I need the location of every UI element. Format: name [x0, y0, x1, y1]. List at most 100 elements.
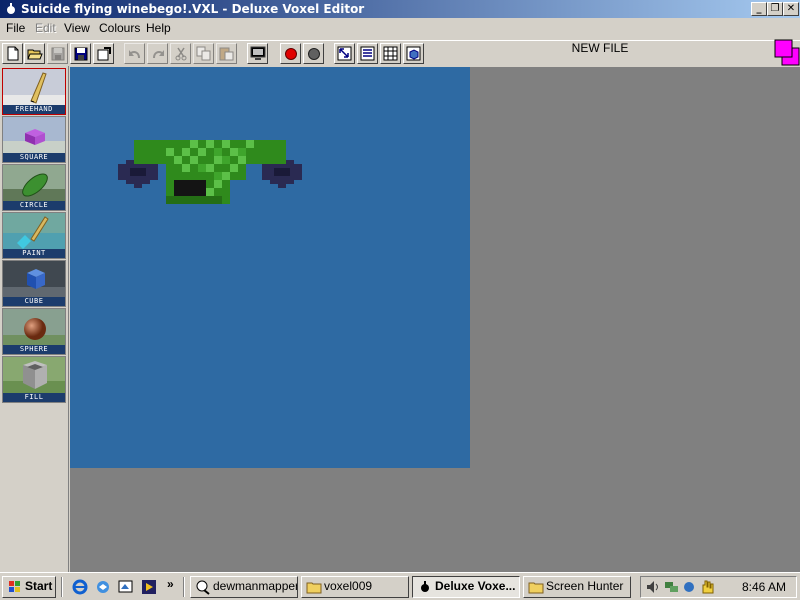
open-file-button[interactable]: [24, 43, 45, 64]
properties-icon: [97, 46, 111, 60]
app-icon[interactable]: [3, 1, 19, 17]
copy-button[interactable]: [193, 43, 214, 64]
square-icon: [3, 117, 65, 155]
redo-button[interactable]: [147, 43, 168, 64]
volume-icon[interactable]: [645, 579, 661, 595]
media-player-icon[interactable]: [140, 578, 158, 596]
close-button[interactable]: ✕: [783, 2, 799, 16]
save-button[interactable]: [47, 43, 68, 64]
voxel-model: [118, 140, 302, 204]
network-icon[interactable]: [663, 579, 679, 595]
tool-square[interactable]: SQUARE: [2, 116, 66, 163]
open-folder-icon: [26, 49, 43, 59]
outlook-express-icon[interactable]: [94, 578, 112, 596]
task-button-dewmanmapper[interactable]: dewmanmapper...: [190, 576, 298, 598]
task-button-voxel009[interactable]: voxel009: [301, 576, 409, 598]
folder-icon: [306, 582, 322, 594]
clipboard-icon: [219, 47, 234, 61]
tool-label: PAINT: [3, 249, 65, 258]
monitor-icon: [250, 46, 265, 60]
tool-label: FILL: [3, 393, 65, 402]
title-bar[interactable]: Suicide flying winebego!.VXL - Deluxe Vo…: [0, 0, 800, 18]
file-status-label: NEW FILE: [571, 41, 629, 55]
3d-view-button[interactable]: [403, 43, 424, 64]
resize-icon: [337, 46, 352, 61]
tool-panel: FREEHAND SQUARE CIRCLE PAINT CUBE SPHERE…: [0, 66, 69, 572]
task-button-screen-hunter[interactable]: Screen Hunter: [523, 576, 631, 598]
tool-label: CIRCLE: [3, 201, 65, 210]
grid-button[interactable]: [380, 43, 401, 64]
task-label: Deluxe Voxe...: [435, 579, 516, 593]
fill-bucket-icon: [3, 357, 65, 395]
cube-view-icon: [406, 46, 421, 61]
tool-label: CUBE: [3, 297, 65, 306]
active-colour-swatch[interactable]: [773, 38, 800, 66]
menu-help[interactable]: Help: [146, 21, 171, 35]
tool-cube[interactable]: CUBE: [2, 260, 66, 307]
tray-app-icon[interactable]: [681, 579, 697, 595]
tool-label: SQUARE: [3, 153, 65, 162]
menu-view[interactable]: View: [64, 21, 90, 35]
application-window: Suicide flying winebego!.VXL - Deluxe Vo…: [0, 0, 800, 572]
menu-file[interactable]: File: [6, 21, 25, 35]
hand-icon[interactable]: [699, 579, 715, 595]
tool-label: SPHERE: [3, 345, 65, 354]
floppy-disk-icon: [74, 47, 87, 60]
tool-paint[interactable]: PAINT: [2, 212, 66, 259]
save-as-button[interactable]: [70, 43, 91, 64]
taskbar-separator: [183, 577, 185, 597]
folder-icon: [528, 582, 544, 594]
menu-colours[interactable]: Colours: [99, 21, 140, 35]
cut-button[interactable]: [170, 43, 191, 64]
tool-label: FREEHAND: [3, 105, 65, 114]
view-zoom-button[interactable]: [334, 43, 355, 64]
undo-button[interactable]: [124, 43, 145, 64]
menu-edit[interactable]: Edit: [35, 21, 56, 35]
sphere-mode-button[interactable]: [303, 43, 324, 64]
properties-button[interactable]: [93, 43, 114, 64]
paste-button[interactable]: [216, 43, 237, 64]
new-file-icon: [7, 46, 18, 61]
task-label: voxel009: [324, 579, 373, 593]
toolbar: NEW FILE: [0, 40, 800, 66]
start-button[interactable]: Start: [2, 576, 56, 598]
task-label: dewmanmapper...: [213, 579, 297, 593]
workspace-area: [70, 67, 800, 572]
layers-icon: [360, 46, 375, 61]
preview-button[interactable]: [247, 43, 268, 64]
windows-logo-icon: [9, 581, 20, 592]
taskbar-separator: [61, 577, 63, 597]
tool-freehand[interactable]: FREEHAND: [2, 68, 66, 115]
floppy-disk-icon: [51, 47, 64, 60]
show-desktop-icon[interactable]: [117, 578, 135, 596]
system-tray: 8:46 AM: [640, 576, 797, 598]
red-dot-icon: [284, 47, 297, 60]
tool-circle[interactable]: CIRCLE: [2, 164, 66, 211]
undo-icon: [128, 49, 140, 58]
app-icon: [196, 580, 210, 595]
grey-dot-icon: [307, 47, 320, 60]
tool-sphere[interactable]: SPHERE: [2, 308, 66, 355]
restore-button[interactable]: ❐: [767, 2, 783, 16]
taskbar: Start » dewmanmapper... voxel009 Deluxe …: [0, 572, 800, 600]
pencil-icon: [3, 69, 65, 107]
circle-icon: [3, 165, 65, 203]
clock[interactable]: 8:46 AM: [742, 580, 786, 594]
scissors-icon: [175, 47, 186, 60]
cube-icon: [3, 261, 65, 299]
copy-icon: [196, 46, 211, 61]
quick-launch-more[interactable]: »: [167, 577, 174, 591]
app-icon: [421, 581, 429, 592]
window-title: Suicide flying winebego!.VXL - Deluxe Vo…: [21, 2, 365, 16]
task-label: Screen Hunter: [546, 579, 624, 593]
tool-fill[interactable]: FILL: [2, 356, 66, 403]
task-button-deluxe-voxel[interactable]: Deluxe Voxe...: [412, 576, 520, 598]
new-file-button[interactable]: [2, 43, 23, 64]
minimize-button[interactable]: _: [751, 2, 767, 16]
record-button[interactable]: [280, 43, 301, 64]
voxel-canvas[interactable]: [70, 67, 470, 468]
grid-icon: [383, 46, 398, 61]
sphere-icon: [3, 309, 65, 347]
view-layers-button[interactable]: [357, 43, 378, 64]
internet-explorer-icon[interactable]: [71, 578, 89, 596]
